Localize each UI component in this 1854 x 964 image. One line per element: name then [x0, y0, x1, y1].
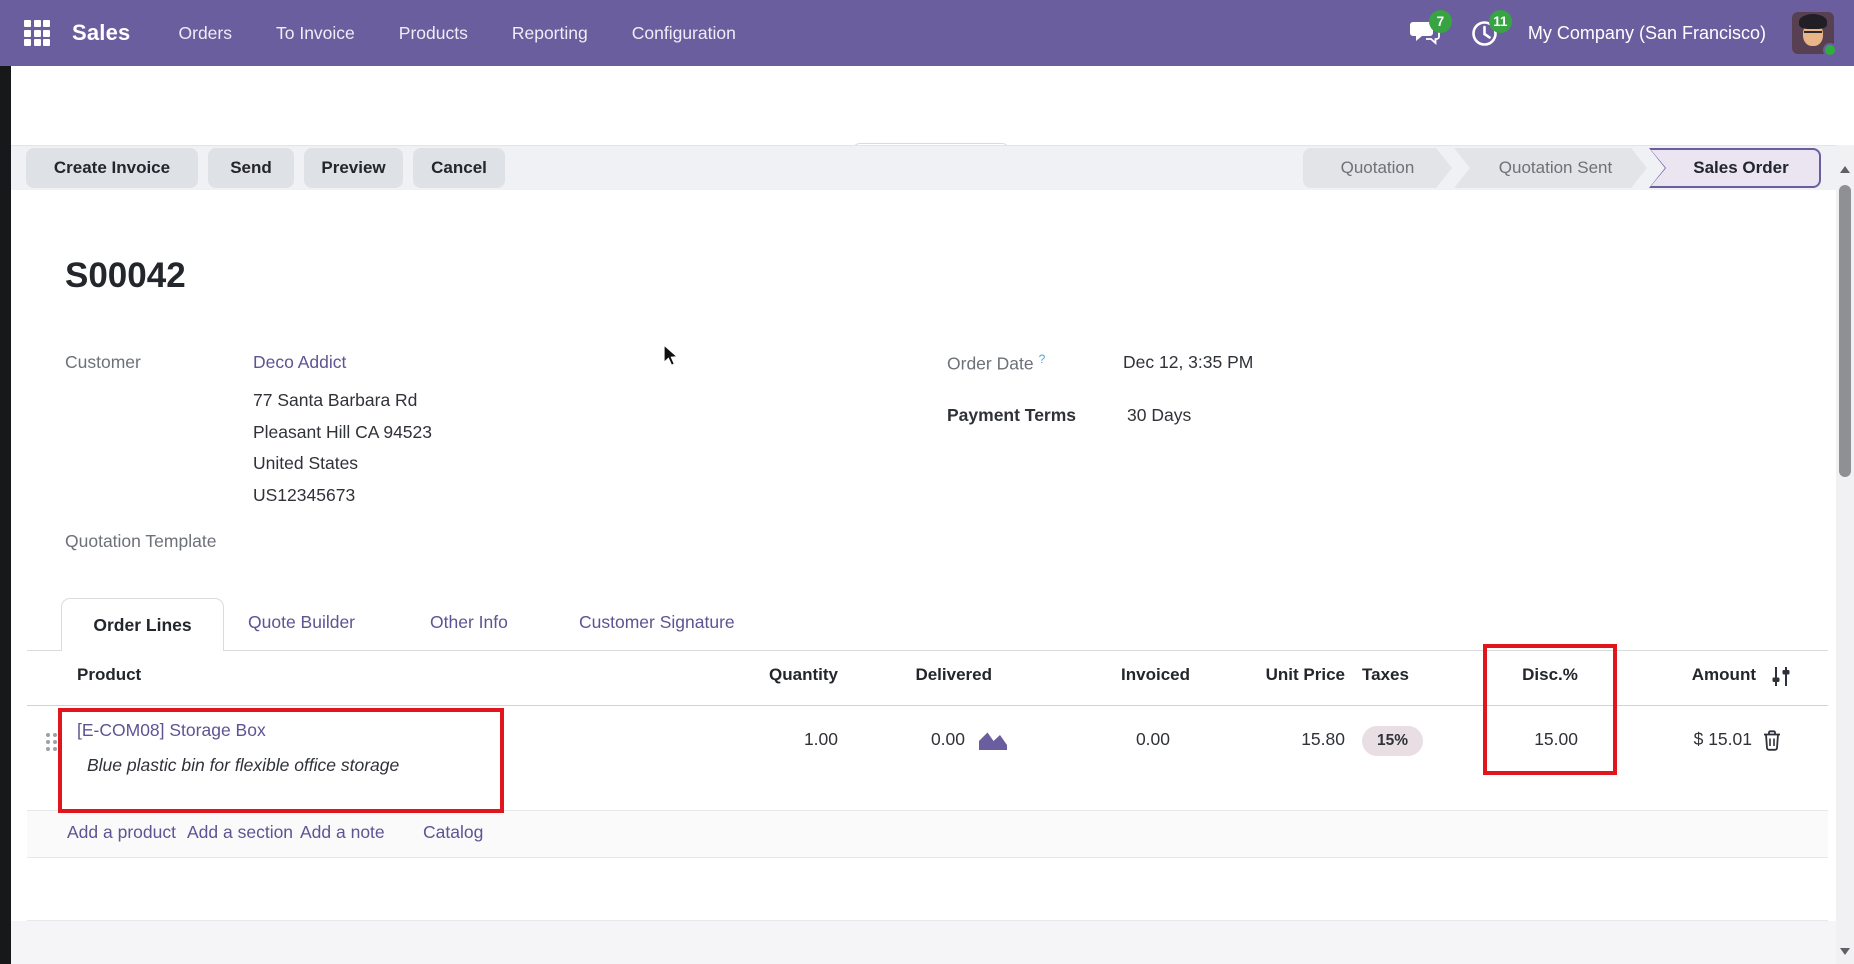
- order-date-label: Order Date: [947, 353, 1034, 373]
- address-line: United States: [253, 448, 432, 480]
- order-date-label-wrap: Order Date?: [947, 352, 1045, 374]
- create-invoice-button[interactable]: Create Invoice: [26, 148, 198, 188]
- record-name: S00042: [65, 256, 186, 296]
- user-avatar[interactable]: [1792, 12, 1834, 54]
- messages-button[interactable]: 7: [1408, 16, 1442, 50]
- address-line: 77 Santa Barbara Rd: [253, 385, 432, 417]
- tax-badge[interactable]: 15%: [1362, 726, 1423, 756]
- product-cell-link[interactable]: [E-COM08] Storage Box: [77, 720, 266, 741]
- trash-icon: [1762, 729, 1782, 752]
- catalog-link[interactable]: Catalog: [423, 822, 483, 843]
- column-unit-price: Unit Price: [1205, 665, 1345, 685]
- forecast-button[interactable]: [977, 728, 1009, 758]
- avatar-glasses: [1804, 31, 1822, 37]
- area-chart-icon: [977, 728, 1009, 753]
- status-quotation-sent[interactable]: Quotation Sent: [1454, 148, 1647, 188]
- status-sales-order-label: Sales Order: [1681, 158, 1788, 178]
- scrollbar-down-arrow[interactable]: [1840, 948, 1850, 955]
- apps-menu-icon[interactable]: [24, 20, 50, 46]
- customer-label: Customer: [65, 352, 141, 373]
- table-header-border: [27, 705, 1828, 706]
- preview-button[interactable]: Preview: [304, 148, 403, 188]
- delivered-cell[interactable]: 0.00: [815, 729, 965, 750]
- column-invoiced: Invoiced: [1040, 665, 1190, 685]
- scrollbar-thumb[interactable]: [1839, 185, 1851, 477]
- customer-link[interactable]: Deco Addict: [253, 352, 346, 373]
- status-sales-order-active[interactable]: Sales Order: [1649, 148, 1821, 188]
- menu-orders[interactable]: Orders: [179, 23, 232, 44]
- tab-quote-builder[interactable]: Quote Builder: [248, 612, 355, 633]
- tab-order-lines[interactable]: Order Lines: [61, 598, 224, 651]
- tabs-divider: [27, 650, 1828, 651]
- address-line: US12345673: [253, 480, 432, 512]
- amount-cell: $ 15.01: [1604, 729, 1752, 750]
- column-taxes: Taxes: [1362, 665, 1409, 685]
- avatar-hair: [1799, 14, 1827, 29]
- main-menu: Orders To Invoice Products Reporting Con…: [179, 23, 736, 44]
- add-product-link[interactable]: Add a product: [67, 822, 176, 843]
- optional-columns-button[interactable]: [1770, 666, 1792, 692]
- send-button[interactable]: Send: [208, 148, 294, 188]
- navbar: Sales Orders To Invoice Products Reporti…: [0, 0, 1854, 66]
- payment-terms-value[interactable]: 30 Days: [1127, 405, 1191, 426]
- add-section-link[interactable]: Add a section: [187, 822, 293, 843]
- menu-configuration[interactable]: Configuration: [632, 23, 736, 44]
- tab-other-info[interactable]: Other Info: [430, 612, 508, 633]
- online-status-dot: [1823, 43, 1837, 57]
- order-date-value[interactable]: Dec 12, 3:35 PM: [1123, 352, 1253, 373]
- product-description[interactable]: Blue plastic bin for flexible office sto…: [87, 755, 399, 776]
- status-quotation[interactable]: Quotation: [1303, 148, 1452, 188]
- menu-products[interactable]: Products: [399, 23, 468, 44]
- tab-customer-signature[interactable]: Customer Signature: [579, 612, 735, 633]
- add-row-border: [27, 857, 1828, 858]
- add-line-row: [27, 811, 1828, 857]
- column-amount: Amount: [1608, 665, 1756, 685]
- invoiced-cell[interactable]: 0.00: [1020, 729, 1170, 750]
- quotation-template-label: Quotation Template: [65, 531, 216, 552]
- menu-reporting[interactable]: Reporting: [512, 23, 588, 44]
- column-product: Product: [77, 665, 141, 685]
- unit-price-cell[interactable]: 15.80: [1205, 729, 1345, 750]
- cancel-button[interactable]: Cancel: [413, 148, 505, 188]
- column-discount: Disc.%: [1483, 665, 1617, 685]
- breadcrumb-row: New Quotations S00042 Delivery 1: [0, 66, 1836, 145]
- payment-terms-label: Payment Terms: [947, 405, 1076, 426]
- address-line: Pleasant Hill CA 94523: [253, 417, 432, 449]
- activities-count-badge: 11: [1489, 10, 1512, 33]
- odoo-sales-window: Sales Orders To Invoice Products Reporti…: [0, 0, 1854, 964]
- app-name[interactable]: Sales: [72, 20, 131, 46]
- help-icon[interactable]: ?: [1039, 352, 1046, 366]
- row-drag-handle[interactable]: [46, 733, 57, 751]
- messages-count-badge: 7: [1429, 10, 1452, 33]
- delete-row-button[interactable]: [1762, 729, 1782, 757]
- activities-button[interactable]: 11: [1468, 16, 1502, 50]
- column-quantity: Quantity: [690, 665, 838, 685]
- company-switcher[interactable]: My Company (San Francisco): [1528, 23, 1766, 44]
- window-left-edge: [0, 66, 11, 964]
- sheet-bottom-area: [11, 921, 1836, 964]
- discount-cell[interactable]: 15.00: [1440, 729, 1578, 750]
- customer-address: 77 Santa Barbara Rd Pleasant Hill CA 945…: [253, 385, 432, 511]
- scrollbar-up-arrow[interactable]: [1840, 166, 1850, 173]
- menu-to-invoice[interactable]: To Invoice: [276, 23, 355, 44]
- column-delivered: Delivered: [845, 665, 992, 685]
- sliders-icon: [1770, 666, 1792, 687]
- add-note-link[interactable]: Add a note: [300, 822, 385, 843]
